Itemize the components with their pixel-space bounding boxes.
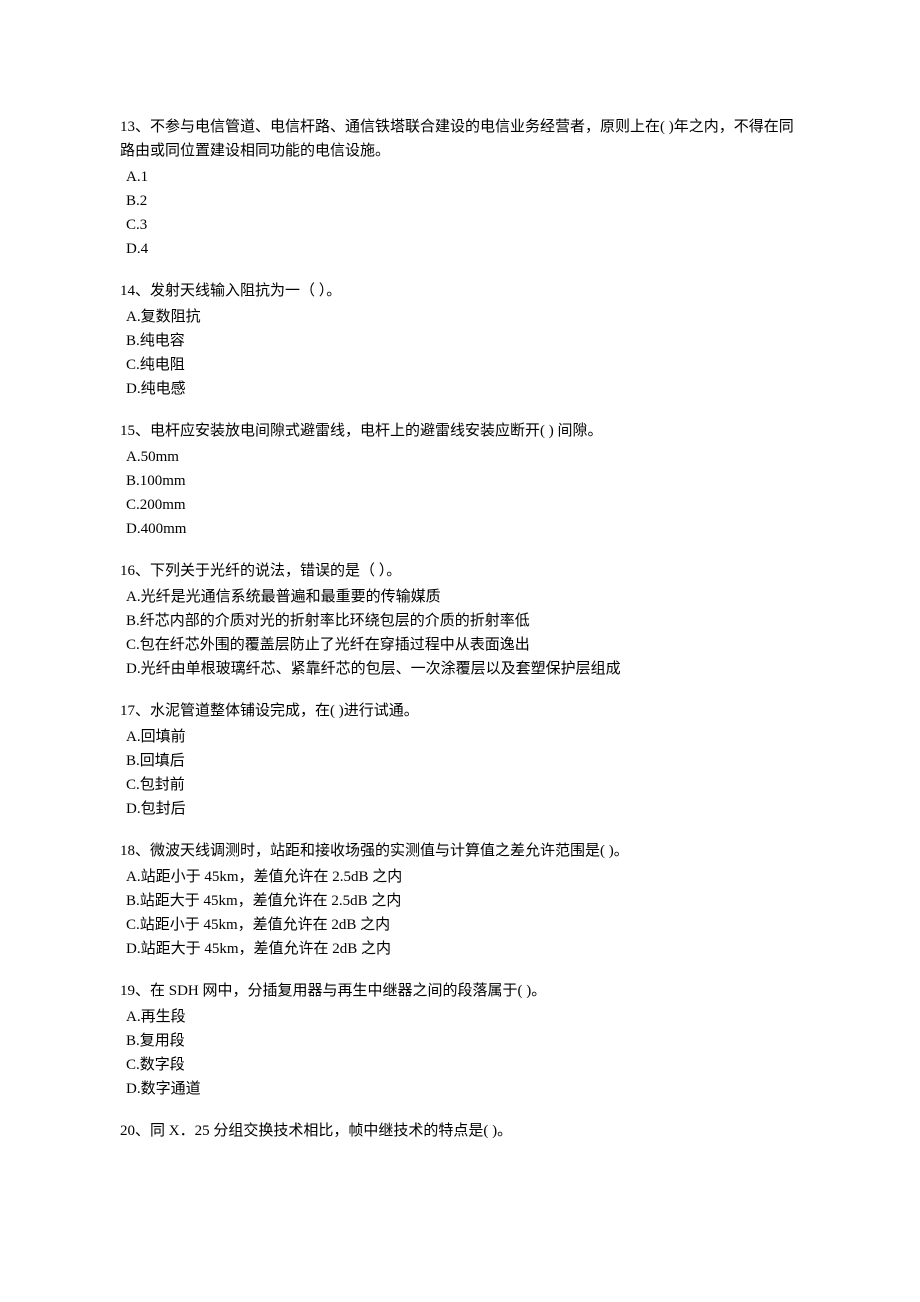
question-options: A.复数阻抗 B.纯电容 C.纯电阻 D.纯电感 [120, 305, 800, 401]
option-c: C.站距小于 45km，差值允许在 2dB 之内 [126, 913, 800, 937]
option-c: C.3 [126, 213, 800, 237]
option-d: D.纯电感 [126, 377, 800, 401]
question-stem: 18、微波天线调测时，站距和接收场强的实测值与计算值之差允许范围是( )。 [120, 839, 800, 863]
question-stem: 15、电杆应安装放电间隙式避雷线，电杆上的避雷线安装应断开( ) 间隙。 [120, 419, 800, 443]
question-15: 15、电杆应安装放电间隙式避雷线，电杆上的避雷线安装应断开( ) 间隙。 A.5… [120, 419, 800, 541]
question-stem: 14、发射天线输入阻抗为一（ ）。 [120, 279, 800, 303]
option-c: C.包封前 [126, 773, 800, 797]
question-stem: 20、同 X．25 分组交换技术相比，帧中继技术的特点是( )。 [120, 1119, 800, 1143]
option-b: B.纤芯内部的介质对光的折射率比环绕包层的介质的折射率低 [126, 609, 800, 633]
option-d: D.光纤由单根玻璃纤芯、紧靠纤芯的包层、一次涂覆层以及套塑保护层组成 [126, 657, 800, 681]
option-b: B.2 [126, 189, 800, 213]
question-14: 14、发射天线输入阻抗为一（ ）。 A.复数阻抗 B.纯电容 C.纯电阻 D.纯… [120, 279, 800, 401]
option-d: D.400mm [126, 517, 800, 541]
option-a: A.站距小于 45km，差值允许在 2.5dB 之内 [126, 865, 800, 889]
question-17: 17、水泥管道整体铺设完成，在( )进行试通。 A.回填前 B.回填后 C.包封… [120, 699, 800, 821]
question-options: A.再生段 B.复用段 C.数字段 D.数字通道 [120, 1005, 800, 1101]
option-d: D.4 [126, 237, 800, 261]
option-d: D.包封后 [126, 797, 800, 821]
option-d: D.站距大于 45km，差值允许在 2dB 之内 [126, 937, 800, 961]
question-options: A.50mm B.100mm C.200mm D.400mm [120, 445, 800, 541]
option-a: A.回填前 [126, 725, 800, 749]
question-stem: 13、不参与电信管道、电信杆路、通信铁塔联合建设的电信业务经营者，原则上在( )… [120, 115, 800, 163]
option-a: A.光纤是光通信系统最普遍和最重要的传输媒质 [126, 585, 800, 609]
question-19: 19、在 SDH 网中，分插复用器与再生中继器之间的段落属于( )。 A.再生段… [120, 979, 800, 1101]
question-options: A.光纤是光通信系统最普遍和最重要的传输媒质 B.纤芯内部的介质对光的折射率比环… [120, 585, 800, 681]
option-b: B.100mm [126, 469, 800, 493]
question-stem: 16、下列关于光纤的说法，错误的是（ ）。 [120, 559, 800, 583]
question-options: A.回填前 B.回填后 C.包封前 D.包封后 [120, 725, 800, 821]
question-16: 16、下列关于光纤的说法，错误的是（ ）。 A.光纤是光通信系统最普遍和最重要的… [120, 559, 800, 681]
option-b: B.复用段 [126, 1029, 800, 1053]
question-18: 18、微波天线调测时，站距和接收场强的实测值与计算值之差允许范围是( )。 A.… [120, 839, 800, 961]
option-c: C.数字段 [126, 1053, 800, 1077]
option-a: A.50mm [126, 445, 800, 469]
option-a: A.1 [126, 165, 800, 189]
question-stem: 17、水泥管道整体铺设完成，在( )进行试通。 [120, 699, 800, 723]
question-options: A.站距小于 45km，差值允许在 2.5dB 之内 B.站距大于 45km，差… [120, 865, 800, 961]
option-a: A.再生段 [126, 1005, 800, 1029]
question-20: 20、同 X．25 分组交换技术相比，帧中继技术的特点是( )。 [120, 1119, 800, 1143]
option-c: C.200mm [126, 493, 800, 517]
option-c: C.包在纤芯外围的覆盖层防止了光纤在穿插过程中从表面逸出 [126, 633, 800, 657]
question-stem: 19、在 SDH 网中，分插复用器与再生中继器之间的段落属于( )。 [120, 979, 800, 1003]
question-options: A.1 B.2 C.3 D.4 [120, 165, 800, 261]
option-b: B.回填后 [126, 749, 800, 773]
option-b: B.站距大于 45km，差值允许在 2.5dB 之内 [126, 889, 800, 913]
question-13: 13、不参与电信管道、电信杆路、通信铁塔联合建设的电信业务经营者，原则上在( )… [120, 115, 800, 261]
document-page: 13、不参与电信管道、电信杆路、通信铁塔联合建设的电信业务经营者，原则上在( )… [0, 0, 920, 1302]
option-d: D.数字通道 [126, 1077, 800, 1101]
option-b: B.纯电容 [126, 329, 800, 353]
option-a: A.复数阻抗 [126, 305, 800, 329]
option-c: C.纯电阻 [126, 353, 800, 377]
